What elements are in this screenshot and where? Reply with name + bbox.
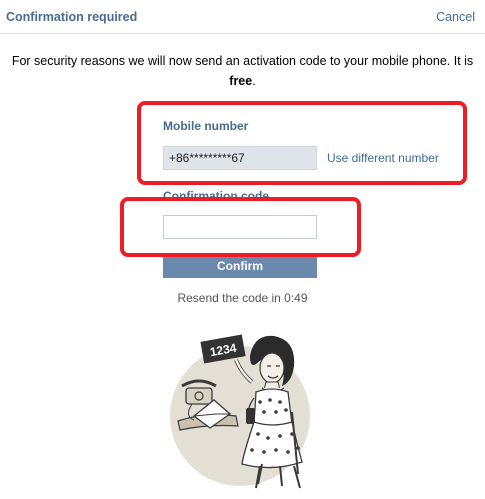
security-message-text: For security reasons we will now send an… bbox=[11, 54, 474, 68]
cancel-link[interactable]: Cancel bbox=[436, 10, 475, 24]
dialog-header: Confirmation required Cancel bbox=[0, 0, 485, 34]
resend-timer: Resend the code in 0:49 bbox=[177, 291, 308, 305]
highlight-box-code bbox=[120, 197, 361, 257]
illustration: 1234 bbox=[164, 316, 314, 499]
woman-holding-sign-illustration: 1234 bbox=[170, 334, 310, 489]
security-message-period: . bbox=[252, 74, 256, 88]
free-emphasis: free bbox=[229, 74, 253, 88]
dialog-title: Confirmation required bbox=[6, 10, 138, 24]
highlight-box-mobile bbox=[137, 101, 467, 185]
security-message: For security reasons we will now send an… bbox=[10, 51, 475, 91]
